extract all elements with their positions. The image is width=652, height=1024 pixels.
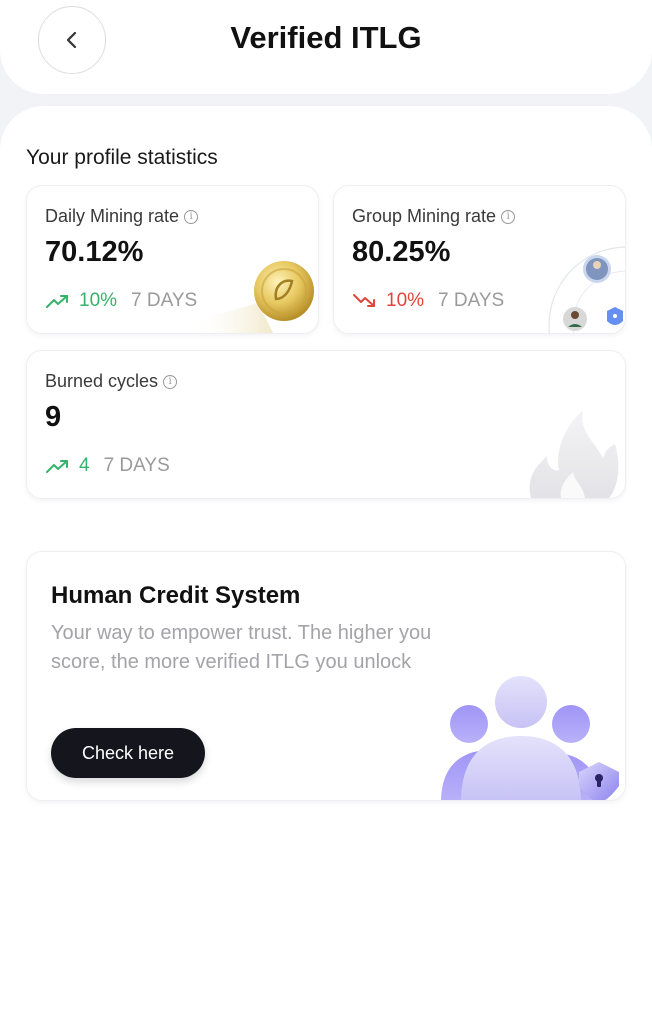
flame-icon [529,410,619,498]
group-mining-label: Group Mining rate [352,206,497,226]
info-icon[interactable]: i [184,209,199,224]
top-header: Verified ITLG [0,0,652,94]
page-title: Verified ITLG [230,20,422,55]
people-shield-illustration [441,676,619,800]
group-mining-card[interactable]: Group Mining rate i 80.25% 10% 7 DAYS [333,185,626,334]
human-credit-card: Human Credit System Your way to empower … [26,551,626,801]
coin-illustration [188,261,314,333]
group-mining-trend-value: 10% [386,290,425,311]
burned-cycles-card[interactable]: Burned cycles i 9 4 7 DAYS [26,350,626,499]
credit-title: Human Credit System [51,582,301,609]
info-icon[interactable]: i [501,209,516,224]
credit-description: Your way to empower trust. The higher yo… [51,622,432,673]
burned-cycles-trend: 4 7 DAYS [45,455,170,477]
trend-up-icon [46,295,68,308]
info-icon[interactable]: i [163,374,178,389]
burned-cycles-value: 9 [45,401,62,433]
group-mining-value: 80.25% [352,236,451,268]
daily-mining-trend: 10% 7 DAYS [45,290,197,312]
trend-down-icon [353,294,375,307]
daily-mining-card[interactable]: Daily Mining rate i 70.12% 10% 7 DAYS [26,185,319,334]
burned-cycles-label: Burned cycles [45,371,159,391]
daily-mining-trend-value: 10% [79,290,118,311]
section-title: Your profile statistics [26,146,218,169]
trend-up-icon [46,460,68,473]
check-here-button[interactable]: Check here [51,728,205,778]
group-mining-trend: 10% 7 DAYS [352,290,504,312]
daily-mining-label: Daily Mining rate [45,206,180,226]
burned-cycles-period: 7 DAYS [103,455,170,476]
group-mining-period: 7 DAYS [438,290,505,311]
group-avatars-illustration [548,246,625,333]
daily-mining-value: 70.12% [45,236,144,268]
burned-cycles-trend-value: 4 [79,455,90,476]
